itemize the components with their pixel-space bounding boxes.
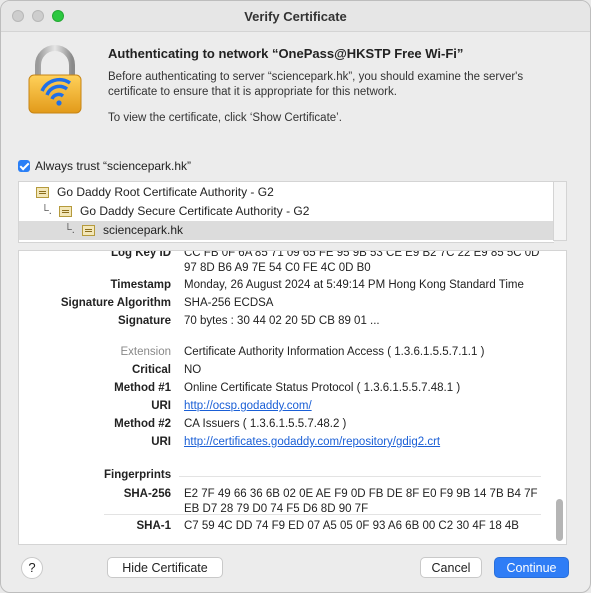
ocsp-uri-link[interactable]: http://ocsp.godaddy.com/ — [184, 400, 312, 412]
hide-certificate-button[interactable]: Hide Certificate — [107, 557, 223, 578]
certificate-icon — [59, 206, 72, 217]
certificate-details-panel: Log Key ID CC FB 0F 6A 85 71 09 65 FE 95… — [18, 250, 567, 545]
continue-button[interactable]: Continue — [494, 557, 569, 578]
tree-branch-icon: └. — [41, 205, 52, 217]
help-button[interactable]: ? — [21, 557, 43, 579]
always-trust-checkbox[interactable]: Always trust “sciencepark.hk” — [18, 159, 191, 173]
title-bar: Verify Certificate — [1, 1, 590, 32]
ca-issuers-uri-link[interactable]: http://certificates.godaddy.com/reposito… — [184, 436, 440, 448]
certificate-chain-list: Go Daddy Root Certificate Authority - G2… — [18, 181, 554, 243]
checkbox-checked-icon[interactable] — [18, 160, 30, 172]
fingerprints-heading: Fingerprints — [104, 469, 172, 481]
tree-branch-icon: └. — [64, 224, 75, 236]
details-scrollbar-thumb[interactable] — [556, 499, 563, 541]
verify-certificate-window: Verify Certificate Authenticating to net… — [0, 0, 591, 593]
always-trust-label: Always trust “sciencepark.hk” — [35, 159, 192, 173]
certificate-icon — [82, 225, 95, 236]
chain-item-root[interactable]: Go Daddy Root Certificate Authority - G2 — [19, 183, 554, 202]
certificate-icon — [36, 187, 49, 198]
lock-wifi-icon — [28, 45, 82, 114]
cancel-button[interactable]: Cancel — [420, 557, 482, 578]
description-text: Before authenticating to server “science… — [108, 71, 524, 98]
divider — [179, 476, 541, 477]
chain-item-leaf-selected[interactable]: └. sciencepark.hk — [19, 221, 554, 240]
network-heading: Authenticating to network “OnePass@HKSTP… — [108, 46, 464, 61]
window-title: Verify Certificate — [244, 9, 347, 24]
chain-scrollbar[interactable] — [553, 181, 567, 241]
divider — [104, 514, 541, 515]
instruction-text: To view the certificate, click ‘Show Cer… — [108, 112, 342, 124]
chain-item-intermediate[interactable]: └. Go Daddy Secure Certificate Authority… — [19, 202, 554, 221]
